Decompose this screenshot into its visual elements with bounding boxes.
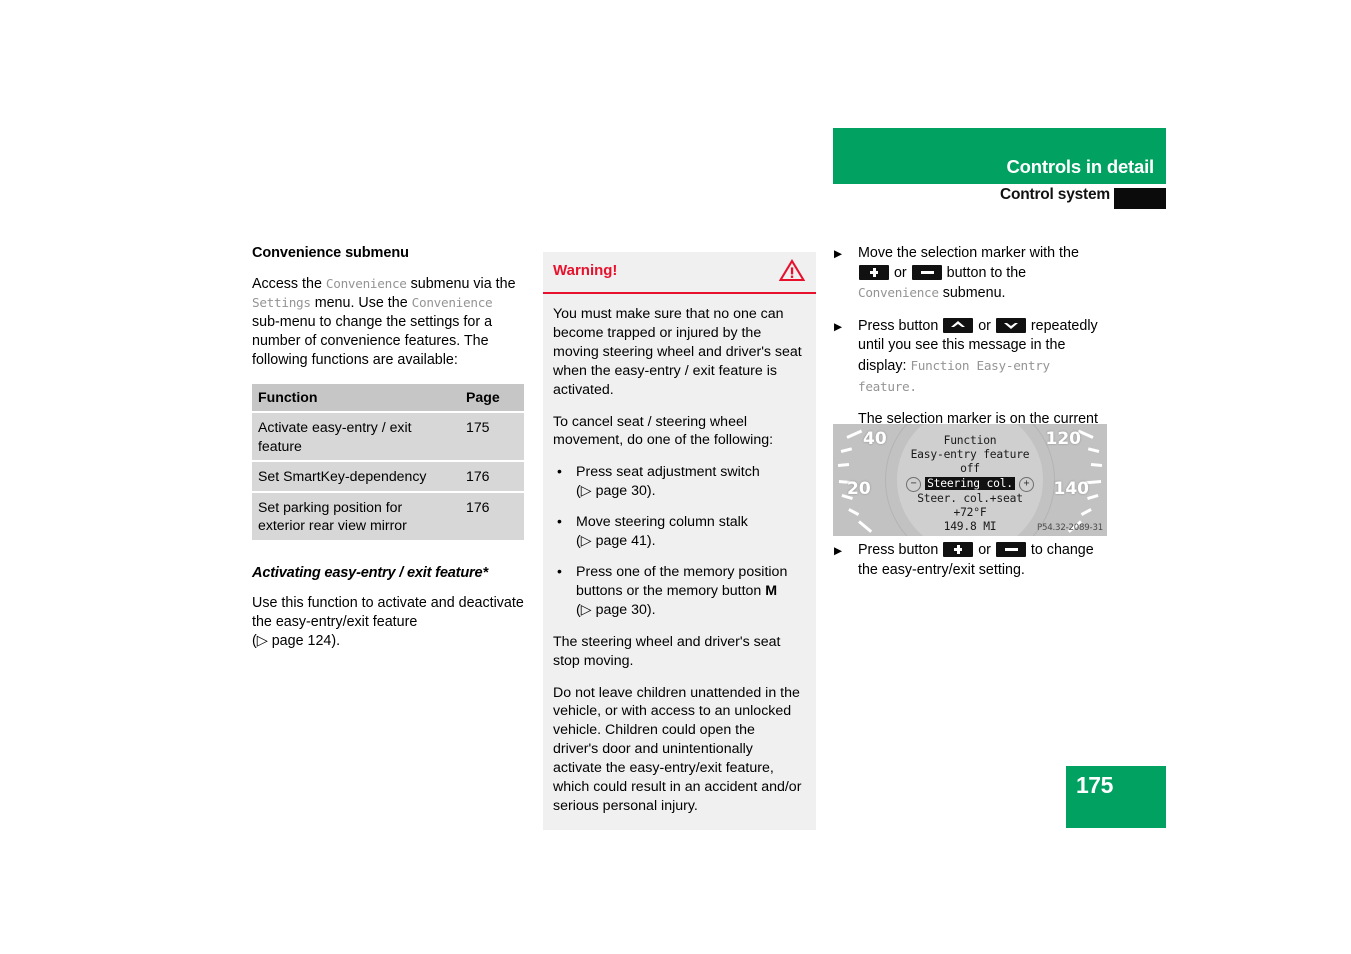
display-line-selected-row: − Steering col. + — [833, 476, 1107, 492]
display-line-temperature: +72°F — [953, 505, 987, 519]
step-press-plus-minus-to-change: Press button or to change the easy-entry… — [833, 541, 1108, 580]
table-header-row: Function Page — [252, 384, 524, 412]
warning-header: Warning! — [543, 252, 816, 294]
page-header-band: Controls in detail — [833, 128, 1166, 184]
warning-title: Warning! — [553, 262, 618, 279]
step2-text-a: Press button — [858, 317, 943, 334]
warning-bullet-list: Press seat adjustment switch (▷ page 30).… — [553, 462, 804, 620]
table-row: Set parking position for exterior rear v… — [252, 492, 524, 540]
table-cell-function: Activate easy-entry / exit feature — [252, 413, 458, 461]
intro-text-1: Access the — [252, 275, 326, 292]
table-row: Set SmartKey-dependency 176 — [252, 462, 524, 491]
table-row: Activate easy-entry / exit feature 175 — [252, 413, 524, 461]
memory-button-label: M — [765, 582, 778, 599]
table-cell-page: 175 — [458, 413, 524, 461]
page-header-subtitle-row: Control system — [833, 186, 1166, 210]
minus-button-icon — [911, 264, 942, 280]
intro-text-2: submenu via the — [406, 275, 516, 292]
step1-text-d: submenu. — [938, 285, 1006, 302]
right-column-lower: Press button or to change the easy-entry… — [833, 541, 1108, 593]
display-line-function: Function — [943, 434, 997, 447]
down-arrow-button-icon — [995, 317, 1026, 333]
step-move-selection-marker: Move the selection marker with the or bu… — [833, 244, 1108, 304]
table-header-page: Page — [458, 384, 524, 412]
warning-paragraph-1: You must make sure that no one can becom… — [553, 306, 802, 398]
instrument-cluster-figure: 40 20 120 140 Function Easy-entry featur… — [833, 424, 1107, 536]
list-item: Press seat adjustment switch (▷ page 30). — [553, 462, 804, 501]
activating-easy-entry-heading: Activating easy-entry / exit feature* — [252, 564, 488, 581]
warning-paragraph-2: To cancel seat / steering wheel movement… — [553, 413, 774, 449]
page-number: 175 — [1076, 772, 1113, 798]
intro-mono-convenience-2: Convenience — [411, 294, 493, 310]
list-item: Press one of the memory position buttons… — [553, 562, 804, 620]
bullet-page-ref: (▷ page 30). — [576, 601, 656, 618]
convenience-submenu-heading: Convenience submenu — [252, 245, 409, 261]
table-cell-page: 176 — [458, 492, 524, 540]
table-header-function: Function — [252, 384, 458, 412]
intro-mono-convenience-1: Convenience — [325, 275, 407, 291]
bullet-page-ref: (▷ page 41). — [576, 533, 656, 550]
warning-body: You must make sure that no one can becom… — [543, 294, 816, 830]
warning-box: Warning! You must make sure that no one … — [543, 252, 816, 830]
step1-text-a: Move the selection marker with the — [858, 245, 1079, 261]
left-column: Convenience submenu Access the Convenien… — [252, 244, 524, 664]
table-cell-function: Set parking position for exterior rear v… — [252, 492, 458, 540]
display-plus-icon: + — [1018, 476, 1034, 492]
activating-body-page-ref: (▷ page 124). — [252, 632, 341, 649]
activating-easy-entry-body: Use this function to activate and deacti… — [252, 594, 524, 651]
bullet-text: Press one of the memory position buttons… — [576, 563, 788, 599]
convenience-submenu-intro: Access the Convenience submenu via the S… — [252, 275, 524, 370]
display-line-feature: Easy-entry feature — [910, 448, 1030, 462]
step1-text-c: button to the — [942, 264, 1027, 281]
intro-text-4: sub-menu to change the settings for a nu… — [252, 313, 493, 368]
plus-button-icon — [943, 542, 974, 557]
step3-text-b: or — [974, 542, 995, 558]
bullet-text: Move steering column stalk — [576, 514, 748, 531]
display-minus-icon: − — [906, 476, 922, 492]
activating-body-text: Use this function to activate and deacti… — [252, 594, 524, 630]
table-cell-page: 176 — [458, 462, 524, 491]
intro-text-3: menu. Use the — [310, 294, 412, 311]
warning-paragraph-4: Do not leave children unattended in the … — [553, 684, 802, 814]
cluster-display-text: Function Easy-entry feature off − Steerin… — [833, 434, 1107, 534]
bullet-page-ref: (▷ page 30). — [576, 483, 656, 500]
page-header-subtitle: Control system — [999, 186, 1110, 203]
warning-triangle-icon — [778, 258, 806, 287]
page-number-box: 175 — [1066, 766, 1166, 828]
function-page-table: Function Page Activate easy-entry / exit… — [252, 382, 524, 542]
warning-paragraph-3: The steering wheel and driver's seat sto… — [553, 633, 781, 669]
step3-text-a: Press button — [858, 542, 943, 558]
table-cell-function: Set SmartKey-dependency — [252, 462, 458, 491]
minus-button-icon — [995, 542, 1026, 557]
plus-button-icon — [859, 264, 889, 280]
display-highlighted-option: Steering col. — [925, 476, 1015, 490]
display-line-off: off — [960, 462, 980, 476]
step-press-arrow-buttons: Press button or repeatedly until you see… — [833, 317, 1108, 397]
page-header-title: Controls in detail — [1006, 156, 1155, 177]
step1-mono-convenience: Convenience — [858, 285, 939, 301]
bullet-text: Press seat adjustment switch — [576, 464, 760, 481]
list-item: Move steering column stalk (▷ page 41). — [553, 512, 804, 551]
display-line-steer-col-seat: Steer. col.+seat — [917, 491, 1023, 505]
section-thumb-tab — [1114, 188, 1166, 209]
step1-text-b: or — [890, 264, 911, 281]
step2-text-b: or — [974, 317, 995, 334]
figure-photo-id: P54.32-2089-31 — [1037, 523, 1103, 533]
intro-mono-settings: Settings — [252, 294, 311, 310]
step2-text-d: . — [909, 378, 917, 394]
up-arrow-button-icon — [943, 317, 974, 333]
